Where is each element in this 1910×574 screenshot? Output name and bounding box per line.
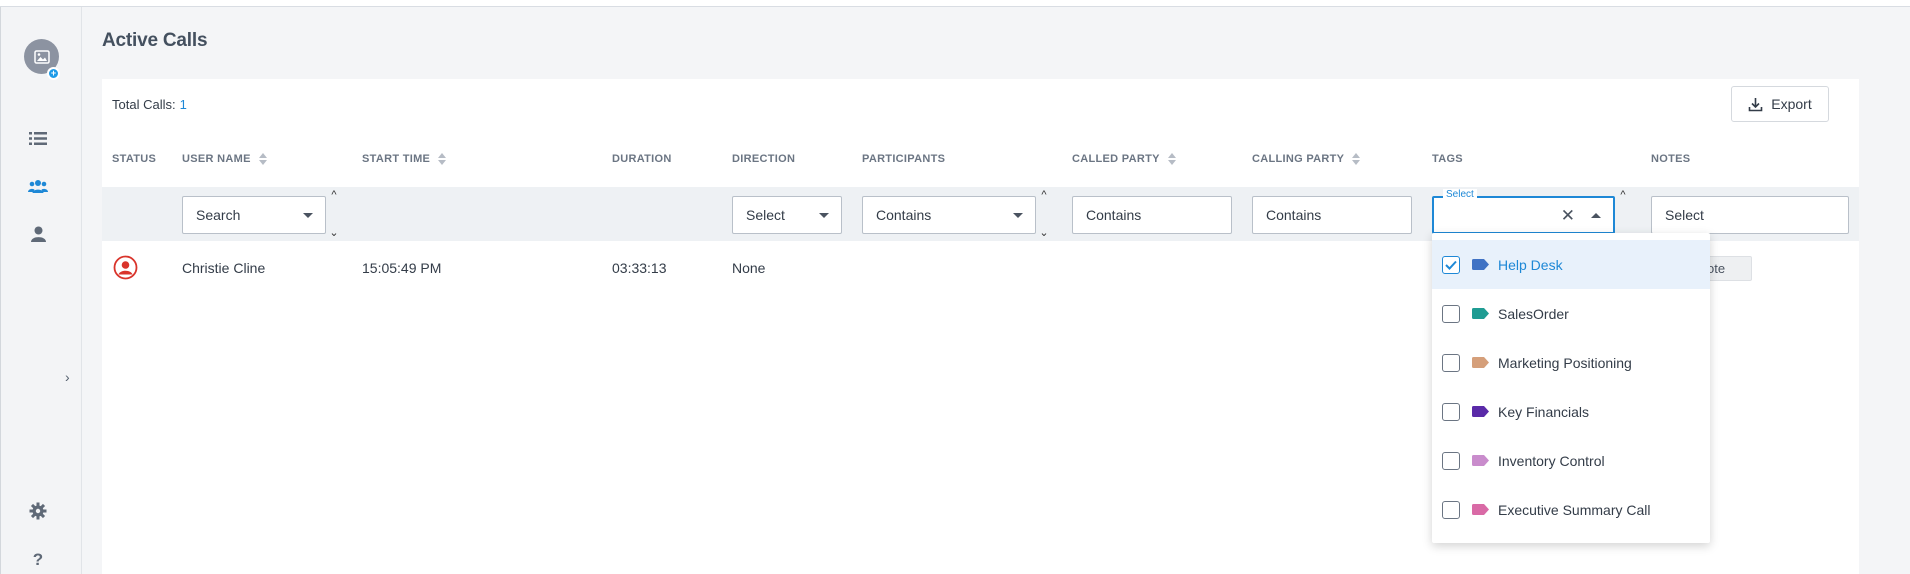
tags-filter[interactable]: Select ✕ (1432, 189, 1615, 234)
sidebar: + › ? (0, 7, 82, 574)
col-calling-party[interactable]: CALLING PARTY (1252, 153, 1361, 165)
chevron-down-icon (819, 213, 829, 218)
chevron-up-icon: ^ (1041, 189, 1047, 201)
tag-icon (1472, 406, 1489, 417)
cell-user-name: Christie Cline (182, 260, 266, 276)
top-bar (0, 0, 1910, 7)
checkbox-icon[interactable] (1442, 451, 1460, 470)
tag-option-label: Inventory Control (1498, 452, 1605, 469)
tag-icon (1472, 259, 1489, 270)
tag-option-label: Help Desk (1498, 256, 1563, 273)
col-participants: PARTICIPANTS (862, 153, 946, 165)
tag-icon (1472, 455, 1489, 466)
total-calls: Total Calls: 1 (112, 97, 187, 112)
checkbox-checked-icon[interactable] (1442, 255, 1460, 274)
cell-duration: 03:33:13 (612, 260, 667, 276)
list-icon[interactable] (28, 128, 48, 148)
checkbox-icon[interactable] (1442, 304, 1460, 323)
tag-option[interactable]: Inventory Control (1432, 436, 1710, 485)
chevron-down-icon: ⌄ (329, 227, 339, 239)
chevron-up-icon[interactable] (1591, 213, 1601, 218)
tag-option[interactable]: Key Financials (1432, 387, 1710, 436)
user-name-filter[interactable]: Search (182, 196, 326, 234)
sort-icon[interactable] (1167, 153, 1176, 165)
tag-icon (1472, 308, 1489, 319)
calling-party-filter[interactable]: Contains (1252, 196, 1412, 234)
participants-filter[interactable]: Contains (862, 196, 1036, 234)
person-icon[interactable] (28, 224, 48, 244)
download-icon (1748, 97, 1763, 111)
tag-option[interactable]: SalesOrder (1432, 289, 1710, 338)
tag-option-label: Key Financials (1498, 403, 1590, 420)
tag-option[interactable]: Marketing Positioning (1432, 338, 1710, 387)
tag-option[interactable]: Help Desk (1432, 240, 1710, 289)
tag-option-label: SalesOrder (1498, 305, 1569, 322)
col-tags: TAGS (1432, 153, 1463, 165)
tag-icon (1472, 357, 1489, 368)
col-user-name[interactable]: USER NAME (182, 153, 267, 165)
tag-option-label: Marketing Positioning (1498, 354, 1632, 371)
checkbox-icon[interactable] (1442, 353, 1460, 372)
cell-direction: None (732, 260, 766, 276)
col-duration: DURATION (612, 153, 672, 165)
col-called-party[interactable]: CALLED PARTY (1072, 153, 1176, 165)
col-status: STATUS (112, 153, 157, 165)
direction-filter[interactable]: Select (732, 196, 842, 234)
chevron-up-icon: ^ (1620, 189, 1626, 201)
total-calls-count: 1 (179, 97, 187, 112)
export-label: Export (1771, 96, 1812, 112)
tag-icon (1472, 504, 1489, 515)
checkbox-icon[interactable] (1442, 500, 1460, 519)
checkbox-icon[interactable] (1442, 402, 1460, 421)
expand-sidebar-icon[interactable]: › (65, 369, 70, 385)
export-button[interactable]: Export (1731, 86, 1829, 122)
notes-filter[interactable]: Select (1651, 196, 1849, 234)
col-start-time[interactable]: START TIME (362, 153, 447, 165)
close-icon[interactable]: ✕ (1561, 206, 1575, 226)
user-status-icon (113, 255, 138, 280)
page-title: Active Calls (102, 30, 208, 51)
tags-dropdown-menu: Help Desk SalesOrder Marketing Positioning… (1432, 233, 1710, 543)
chevron-down-icon (1013, 213, 1023, 218)
tag-option[interactable]: Executive Summary Call (1432, 485, 1710, 534)
user-avatar[interactable]: + (24, 39, 60, 80)
col-direction: DIRECTION (732, 153, 796, 165)
tags-filter-legend: Select (1443, 189, 1477, 200)
chevron-down-icon (303, 213, 313, 218)
team-icon[interactable] (28, 176, 48, 196)
col-notes: NOTES (1651, 153, 1691, 165)
chevron-down-icon: ⌄ (1039, 227, 1049, 239)
sort-icon[interactable] (1352, 153, 1361, 165)
total-calls-label: Total Calls: (112, 97, 176, 112)
sort-icon[interactable] (438, 153, 447, 165)
gear-icon[interactable] (28, 501, 48, 521)
chevron-up-icon: ^ (331, 189, 337, 201)
cell-start-time: 15:05:49 PM (362, 260, 442, 276)
add-photo-badge[interactable]: + (47, 67, 60, 80)
tag-option-label: Executive Summary Call (1498, 501, 1651, 518)
sort-icon[interactable] (258, 153, 267, 165)
filter-scroll-arrows[interactable]: ^ ⌄ (328, 187, 340, 241)
filter-scroll-arrows[interactable]: ^ ⌄ (1038, 187, 1050, 241)
called-party-filter[interactable]: Contains (1072, 196, 1232, 234)
avatar-image-icon (33, 49, 50, 64)
help-icon[interactable]: ? (28, 550, 48, 570)
